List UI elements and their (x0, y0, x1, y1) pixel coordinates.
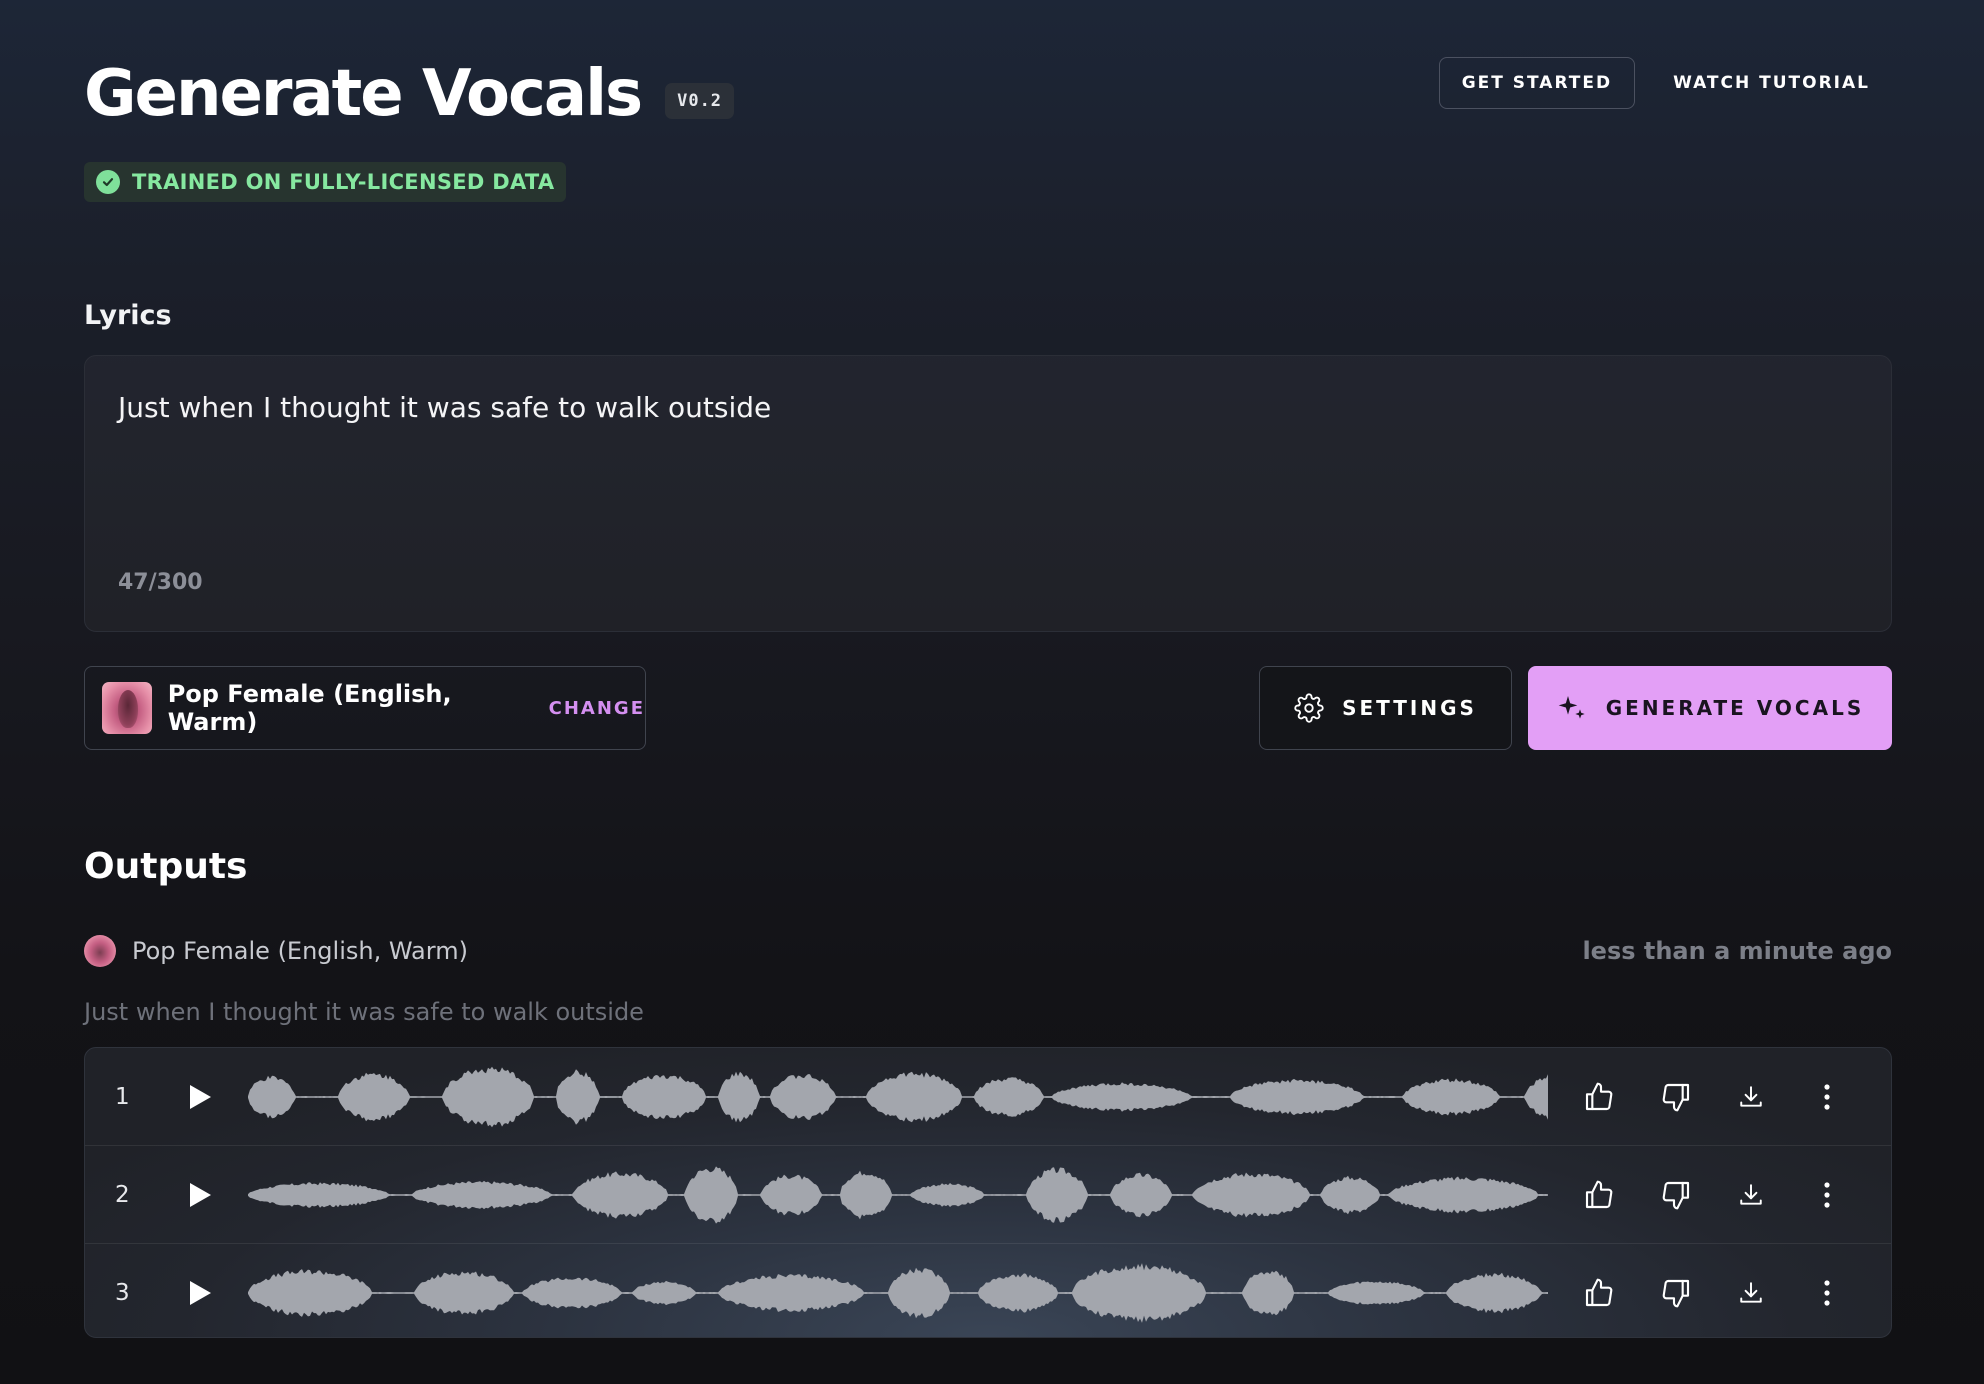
like-button[interactable] (1579, 1273, 1619, 1313)
output-meta: Pop Female (English, Warm) less than a m… (84, 934, 1892, 968)
track-number: 2 (115, 1181, 130, 1208)
generate-vocals-button[interactable]: GENERATE VOCALS (1528, 666, 1892, 750)
character-count: 47/300 (118, 570, 203, 595)
download-icon (1740, 1183, 1762, 1205)
voice-selector[interactable]: Pop Female (English, Warm) CHANGE (84, 666, 646, 750)
lyrics-input-text[interactable]: Just when I thought it was safe to walk … (118, 391, 771, 424)
gear-icon (1294, 693, 1324, 723)
waveform[interactable] (248, 1062, 1550, 1132)
sparkles-icon (1558, 696, 1585, 719)
thumbs-down-icon (1662, 1279, 1690, 1307)
output-lyrics: Just when I thought it was safe to walk … (84, 998, 644, 1026)
more-vertical-icon (1824, 1181, 1830, 1208)
play-button[interactable] (185, 1278, 215, 1308)
lyrics-textarea[interactable]: Just when I thought it was safe to walk … (84, 355, 1892, 632)
waveform[interactable] (248, 1258, 1550, 1328)
like-button[interactable] (1579, 1077, 1619, 1117)
licensed-data-badge: TRAINED ON FULLY-LICENSED DATA (84, 162, 567, 202)
dislike-button[interactable] (1656, 1077, 1696, 1117)
waveform-shape (248, 1262, 1548, 1323)
header-actions: GET STARTED WATCH TUTORIAL (1438, 57, 1892, 109)
waveform-shape (248, 1066, 1548, 1127)
track-row: 1 (85, 1048, 1891, 1145)
thumbs-down-icon (1662, 1083, 1690, 1111)
settings-button[interactable]: SETTINGS (1259, 666, 1512, 750)
download-icon (1740, 1085, 1762, 1107)
more-options-button[interactable] (1807, 1077, 1847, 1117)
more-options-button[interactable] (1807, 1273, 1847, 1313)
outputs-heading: Outputs (84, 846, 248, 887)
play-button[interactable] (185, 1180, 215, 1210)
download-button[interactable] (1731, 1273, 1771, 1313)
track-number: 3 (115, 1279, 130, 1306)
play-button[interactable] (185, 1082, 215, 1112)
thumbs-up-icon (1585, 1082, 1613, 1110)
play-icon (190, 1280, 211, 1305)
thumbs-down-icon (1662, 1181, 1690, 1209)
output-voice-avatar (84, 935, 116, 967)
dislike-button[interactable] (1656, 1175, 1696, 1215)
lyrics-label: Lyrics (84, 300, 172, 331)
output-voice-name: Pop Female (English, Warm) (132, 937, 468, 965)
title-row: Generate Vocals V0.2 (84, 56, 735, 132)
download-button[interactable] (1731, 1077, 1771, 1117)
play-icon (190, 1182, 211, 1207)
check-circle-icon (96, 170, 120, 194)
like-button[interactable] (1579, 1175, 1619, 1215)
track-row: 2 (85, 1146, 1891, 1243)
waveform[interactable] (248, 1160, 1550, 1230)
settings-label: SETTINGS (1342, 696, 1477, 720)
more-vertical-icon (1824, 1083, 1830, 1110)
dislike-button[interactable] (1656, 1273, 1696, 1313)
download-button[interactable] (1731, 1175, 1771, 1215)
thumbs-up-icon (1585, 1278, 1613, 1306)
more-vertical-icon (1824, 1279, 1830, 1306)
watch-tutorial-button[interactable]: WATCH TUTORIAL (1635, 58, 1892, 108)
output-timestamp: less than a minute ago (1582, 937, 1892, 965)
voice-thumbnail (102, 682, 152, 734)
version-badge: V0.2 (665, 83, 735, 119)
track-number: 1 (115, 1083, 130, 1110)
play-icon (190, 1084, 211, 1109)
output-tracks: 1 2 3 (84, 1047, 1892, 1338)
track-row: 3 (85, 1244, 1891, 1337)
download-icon (1740, 1281, 1762, 1303)
waveform-shape (248, 1165, 1548, 1224)
change-voice-link[interactable]: CHANGE (549, 698, 645, 719)
generate-vocals-label: GENERATE VOCALS (1605, 696, 1865, 720)
more-options-button[interactable] (1807, 1175, 1847, 1215)
get-started-button[interactable]: GET STARTED (1438, 57, 1636, 109)
licensed-badge-text: TRAINED ON FULLY-LICENSED DATA (132, 170, 555, 194)
voice-name: Pop Female (English, Warm) (167, 680, 452, 736)
thumbs-up-icon (1585, 1180, 1613, 1208)
page-title: Generate Vocals (84, 57, 643, 131)
